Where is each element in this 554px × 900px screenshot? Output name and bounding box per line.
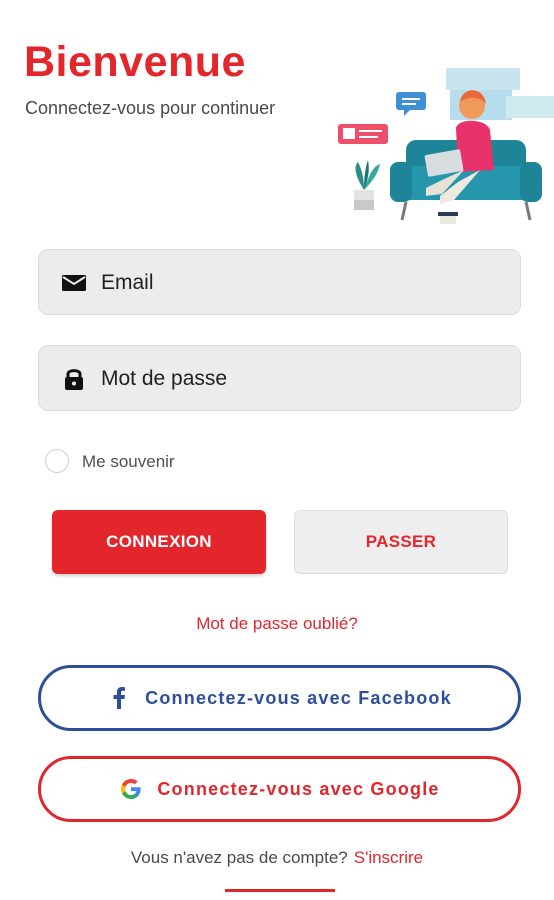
- email-field[interactable]: [38, 249, 521, 315]
- forgot-password-link[interactable]: Mot de passe oublié?: [0, 614, 554, 634]
- facebook-login-label: Connectez-vous avec Facebook: [145, 687, 452, 708]
- password-input[interactable]: [101, 360, 501, 398]
- remember-me-radio[interactable]: [45, 449, 69, 473]
- page-title: Bienvenue: [24, 38, 246, 86]
- signup-link[interactable]: S'inscrire: [354, 848, 423, 867]
- email-input[interactable]: [101, 264, 501, 302]
- signup-prompt: Vous n'avez pas de compte? S'inscrire: [0, 848, 554, 868]
- mail-icon: [62, 275, 86, 291]
- bottom-indicator-bar: [225, 889, 335, 892]
- skip-button[interactable]: PASSER: [294, 510, 508, 574]
- remember-me-label: Me souvenir: [82, 452, 175, 471]
- signup-prompt-text: Vous n'avez pas de compte?: [130, 848, 348, 867]
- google-icon: [119, 777, 143, 801]
- facebook-login-button[interactable]: Connectez-vous avec Facebook: [38, 665, 521, 731]
- google-login-label: Connectez-vous avec Google: [157, 778, 440, 799]
- password-field[interactable]: [38, 345, 521, 411]
- lock-icon: [65, 369, 83, 390]
- login-button[interactable]: CONNEXION: [52, 510, 266, 574]
- welcome-illustration: [338, 68, 554, 224]
- facebook-icon: [107, 686, 131, 710]
- google-login-button[interactable]: Connectez-vous avec Google: [38, 756, 521, 822]
- page-subtitle: Connectez-vous pour continuer: [25, 98, 276, 118]
